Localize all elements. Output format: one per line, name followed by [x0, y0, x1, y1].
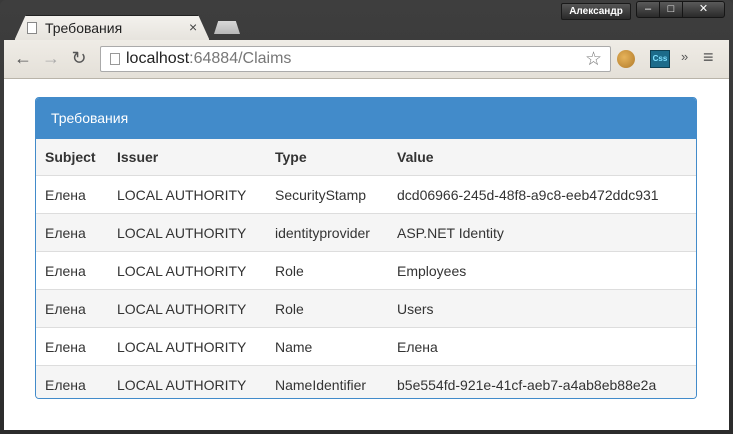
cell-subject: Елена	[36, 213, 108, 252]
column-header-issuer: Issuer	[108, 139, 266, 176]
cell-type: identityprovider	[266, 213, 388, 252]
reload-icon[interactable]: ↻	[68, 48, 90, 69]
cookie-extension-icon[interactable]	[617, 50, 635, 68]
table-row: Елена LOCAL AUTHORITY Role Users	[36, 289, 696, 328]
cell-issuer: LOCAL AUTHORITY	[117, 186, 247, 203]
page-icon	[110, 53, 120, 65]
css-extension-icon[interactable]: Css	[650, 50, 670, 68]
bookmark-star-icon[interactable]: ☆	[585, 48, 602, 71]
cell-type: SecurityStamp	[275, 186, 367, 203]
new-tab-button[interactable]	[214, 21, 240, 34]
claims-panel: Требования Subject Issuer Type Value Еле…	[35, 97, 697, 399]
cell-type: NameIdentifier	[266, 365, 388, 398]
forward-icon[interactable]: →	[40, 48, 62, 69]
cell-subject: Елена	[45, 186, 86, 203]
table-row: Елена LOCAL AUTHORITY identityprovider A…	[36, 213, 696, 252]
browser-window: Требования × Александр – □ ✕ ← → ↻ local…	[0, 0, 733, 434]
cell-subject: Елена	[36, 327, 108, 366]
cell-value: Employees	[388, 251, 696, 290]
profile-button[interactable]: Александр	[561, 3, 631, 20]
cell-value: ASP.NET Identity	[388, 213, 696, 252]
browser-toolbar: ← → ↻ localhost:64884/Claims ☆ Css » ≡	[4, 40, 729, 79]
cell-value: Елена	[388, 327, 696, 366]
cell-issuer: LOCAL AUTHORITY	[108, 365, 266, 398]
tab-title: Требования	[45, 20, 123, 36]
page-icon	[27, 22, 37, 34]
tab-claims[interactable]: Требования ×	[14, 15, 210, 41]
cell-type: Role	[266, 251, 388, 290]
column-header-type: Type	[266, 139, 388, 176]
cell-subject: Елена	[36, 289, 108, 328]
cell-issuer: LOCAL AUTHORITY	[108, 251, 266, 290]
url-path: :64884/Claims	[189, 50, 292, 67]
table-row: Елена LOCAL AUTHORITY Name Елена	[36, 327, 696, 366]
panel-title: Требования	[36, 98, 696, 139]
claims-table: Subject Issuer Type Value Елена LOCAL AU…	[36, 139, 696, 398]
page-viewport: Требования Subject Issuer Type Value Еле…	[4, 79, 729, 430]
tab-close-icon[interactable]: ×	[189, 19, 197, 35]
table-header-row: Subject Issuer Type Value	[36, 139, 696, 176]
minimize-button[interactable]: –	[636, 1, 660, 18]
column-header-subject: Subject	[36, 139, 108, 176]
more-extensions-icon[interactable]: »	[681, 49, 688, 64]
table-row: Елена LOCAL AUTHORITY NameIdentifier b5e…	[36, 365, 696, 398]
column-header-value: Value	[388, 139, 696, 176]
address-bar[interactable]: localhost:64884/Claims ☆	[100, 46, 611, 72]
title-bar: Требования × Александр – □ ✕	[0, 0, 733, 41]
menu-icon[interactable]: ≡	[703, 47, 714, 68]
cell-subject: Елена	[36, 251, 108, 290]
cell-value: Users	[388, 289, 696, 328]
cell-issuer: LOCAL AUTHORITY	[108, 327, 266, 366]
table-row: Елена LOCAL AUTHORITY Role Employees	[36, 251, 696, 290]
cell-issuer: LOCAL AUTHORITY	[108, 289, 266, 328]
url-host: localhost	[126, 50, 190, 67]
maximize-button[interactable]: □	[659, 1, 683, 18]
back-icon[interactable]: ←	[12, 48, 34, 69]
cell-value: dcd06966-245d-48f8-a9c8-eeb472ddc931	[397, 186, 659, 203]
cell-value: b5e554fd-921e-41cf-aeb7-a4ab8eb88e2a	[388, 365, 696, 398]
url-text[interactable]: localhost:64884/Claims	[126, 50, 291, 68]
cell-type: Name	[266, 327, 388, 366]
cell-type: Role	[266, 289, 388, 328]
table-row: Елена LOCAL AUTHORITY SecurityStamp dcd0…	[36, 176, 696, 214]
cell-subject: Елена	[36, 365, 108, 398]
cell-issuer: LOCAL AUTHORITY	[108, 213, 266, 252]
close-button[interactable]: ✕	[682, 1, 725, 18]
